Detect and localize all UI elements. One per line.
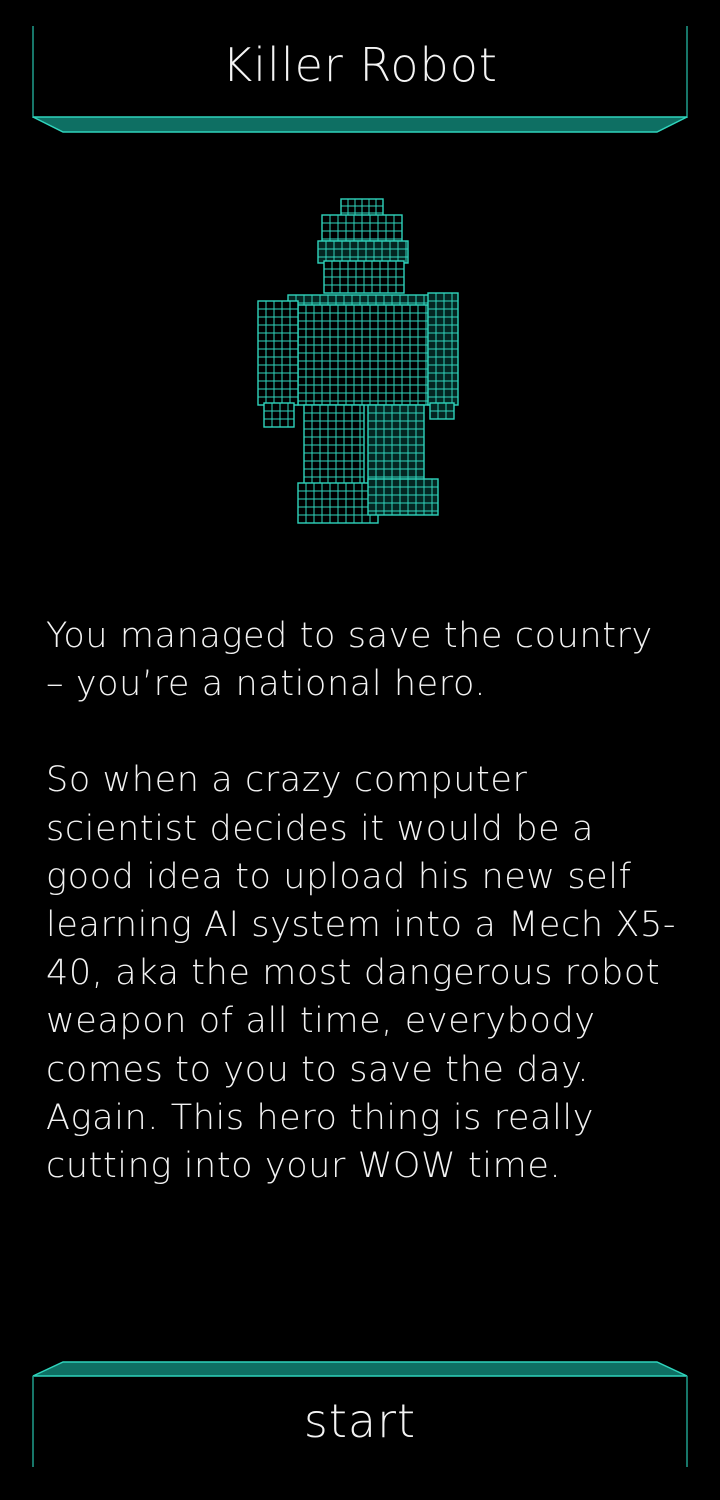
- start-button[interactable]: start: [34, 1377, 686, 1467]
- story-paragraph-1: You managed to save the country – you’re…: [46, 616, 653, 705]
- page-title: Killer Robot: [222, 38, 498, 92]
- robot-right-arm: [427, 292, 459, 406]
- robot-left-arm: [257, 300, 299, 406]
- robot-left-hand: [263, 402, 295, 428]
- voxel-robot-illustration: [257, 198, 459, 524]
- robot-head: [323, 260, 405, 294]
- robot-right-leg: [367, 404, 425, 486]
- robot-torso: [297, 304, 429, 406]
- header: Killer Robot: [0, 0, 720, 140]
- robot-icon: [250, 195, 465, 530]
- robot-hat: [321, 214, 403, 242]
- robot-head-band: [317, 240, 409, 264]
- story-paragraph-2: So when a crazy computer scientist decid…: [46, 760, 677, 1187]
- robot-right-foot: [367, 478, 439, 516]
- story-text: You managed to save the country – you’re…: [46, 612, 681, 1190]
- robot-right-hand: [429, 402, 455, 420]
- robot-left-leg: [303, 404, 365, 486]
- robot-left-foot: [297, 482, 379, 524]
